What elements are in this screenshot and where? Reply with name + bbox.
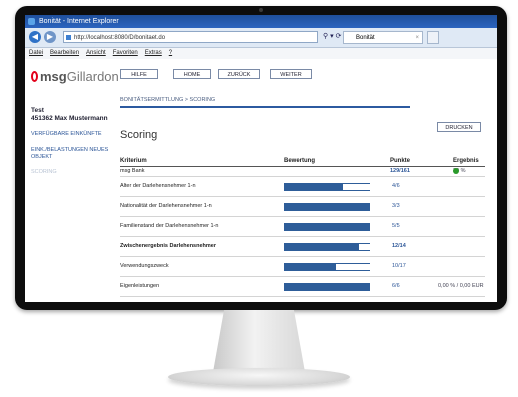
points-cell: 6/6 [392,283,400,289]
dropdown-icon[interactable]: ▾ [330,33,334,40]
back-arrow-icon[interactable]: ◀ [29,31,41,43]
monitor-stand-base [168,368,350,386]
screen: Bonität - Internet Explorer ◀ ▶ http://l… [25,15,497,302]
rating-bar [284,223,370,231]
browser-tab[interactable]: Bonität × [343,31,423,44]
points-cell: 4/6 [392,183,400,189]
criterion-cell: Nationalität der Darlehensnehmer 1-n [120,203,212,209]
result-cell: 80 % [453,168,466,174]
criterion-cell: Familienstand der Darlehensnehmer 1-n [120,223,219,229]
logo: msgGillardon [31,69,119,84]
page-icon [66,35,71,40]
points-cell: 10/17 [392,263,406,269]
menu-help[interactable]: ? [169,48,172,59]
rating-bar [284,183,370,191]
breadcrumb-divider [120,106,410,108]
header-points: Punkte [390,158,411,164]
refresh-icon[interactable]: ⟳ [336,33,342,40]
main-content: HILFE HOME ZURÜCK WEITER BONITÄTSERMITTL… [120,59,497,302]
table-row: Zwischenergebnis Darlehensnehmer 12/14 [120,237,485,257]
criterion-cell: msg Bank [120,168,145,174]
points-cell: 12/14 [392,243,406,249]
user-label: Test [31,107,44,114]
address-tools[interactable]: ⚲ ▾ ⟳ [323,32,341,40]
criterion-cell: Zwischenergebnis Darlehensnehmer [120,243,216,249]
table-row: Objektart des Beleihungsobjektes8/8 [120,297,485,302]
scoring-table: Kriterium Bewertung Punkte Ergebnis msg … [120,158,485,302]
points-cell: 5/5 [392,223,400,229]
window-title: Bonität - Internet Explorer [39,18,119,25]
sidebar-item-income[interactable]: VERFÜGBARE EINKÜNFTE [31,131,111,138]
rating-bar-remainder [335,264,370,270]
menu-view[interactable]: Ansicht [86,48,106,59]
criterion-cell: Verwendungszweck [120,263,169,269]
url-text: http://localhost:8080/D/bonitaet.do [74,35,166,41]
menu-tools[interactable]: Extras [145,48,162,59]
breadcrumb: BONITÄTSERMITTLUNG > SCORING [120,97,216,103]
window-titlebar: Bonität - Internet Explorer [25,15,497,28]
tab-title: Bonität [356,35,375,41]
help-button[interactable]: HILFE [120,69,158,79]
sidebar: msgGillardon Test 451362 Max Mustermann … [25,59,119,302]
sidebar-item-new-object[interactable]: EINK./BELASTUNGEN NEUES OBJEKT [31,147,111,161]
header-criterion: Kriterium [120,158,147,164]
table-header: Kriterium Bewertung Punkte Ergebnis [120,158,485,167]
rating-bar [284,263,370,271]
menu-favorites[interactable]: Favoriten [113,48,138,59]
result-cell: 0,00 % / 0,00 EUR [438,283,484,289]
rating-bar [284,243,370,251]
home-button[interactable]: HOME [173,69,211,79]
points-cell: 129/161 [390,168,410,174]
logo-mark-icon [31,71,38,82]
new-tab-button[interactable] [427,31,439,44]
url-field[interactable]: http://localhost:8080/D/bonitaet.do [63,31,318,43]
rating-bar [284,203,370,211]
table-body: msg Bank 129/161 80 % Alter der Darlehensne… [120,167,485,302]
browser-icon [28,18,35,25]
table-row: Verwendungszweck 10/17 [120,257,485,277]
user-info: Test 451362 Max Mustermann [31,107,108,123]
status-ok-icon [453,168,459,174]
rating-bar [284,283,370,291]
web-page: msgGillardon Test 451362 Max Mustermann … [25,59,497,302]
forward-arrow-icon[interactable]: ▶ [44,31,56,43]
monitor-stand-neck [213,310,305,372]
user-name: 451362 Max Mustermann [31,115,108,122]
rating-bar-remainder [358,244,370,250]
menu-file[interactable]: Datei [29,48,43,59]
criterion-cell: Eigenleistungen [120,283,160,289]
header-rating: Bewertung [284,158,316,164]
table-row: Alter der Darlehensnehmer 1-n 4/6 [120,177,485,197]
print-button[interactable]: DRUCKEN [437,122,481,132]
table-row: Eigenleistungen 6/6 0,00 % / 0,00 EUR [120,277,485,297]
table-row: msg Bank 129/161 80 % [120,167,485,177]
criterion-cell: Alter der Darlehensnehmer 1-n [120,183,196,189]
menu-edit[interactable]: Bearbeiten [50,48,79,59]
webcam-dot [259,8,263,12]
sidebar-item-scoring[interactable]: SCORING [31,169,111,176]
back-button[interactable]: ZURÜCK [218,69,260,79]
table-row: Nationalität der Darlehensnehmer 1-n 3/3 [120,197,485,217]
logo-prefix: msg [40,69,67,84]
search-icon[interactable]: ⚲ [323,33,328,40]
page-title: Scoring [120,129,158,141]
next-button[interactable]: WEITER [270,69,312,79]
rating-bar-remainder [342,184,370,190]
points-cell: 3/3 [392,203,400,209]
logo-suffix: Gillardon [66,69,119,84]
address-bar-row: ◀ ▶ http://localhost:8080/D/bonitaet.do … [25,28,497,48]
close-tab-icon[interactable]: × [415,32,419,45]
table-row: Familienstand der Darlehensnehmer 1-n 5/5 [120,217,485,237]
header-result: Ergebnis [453,158,479,164]
